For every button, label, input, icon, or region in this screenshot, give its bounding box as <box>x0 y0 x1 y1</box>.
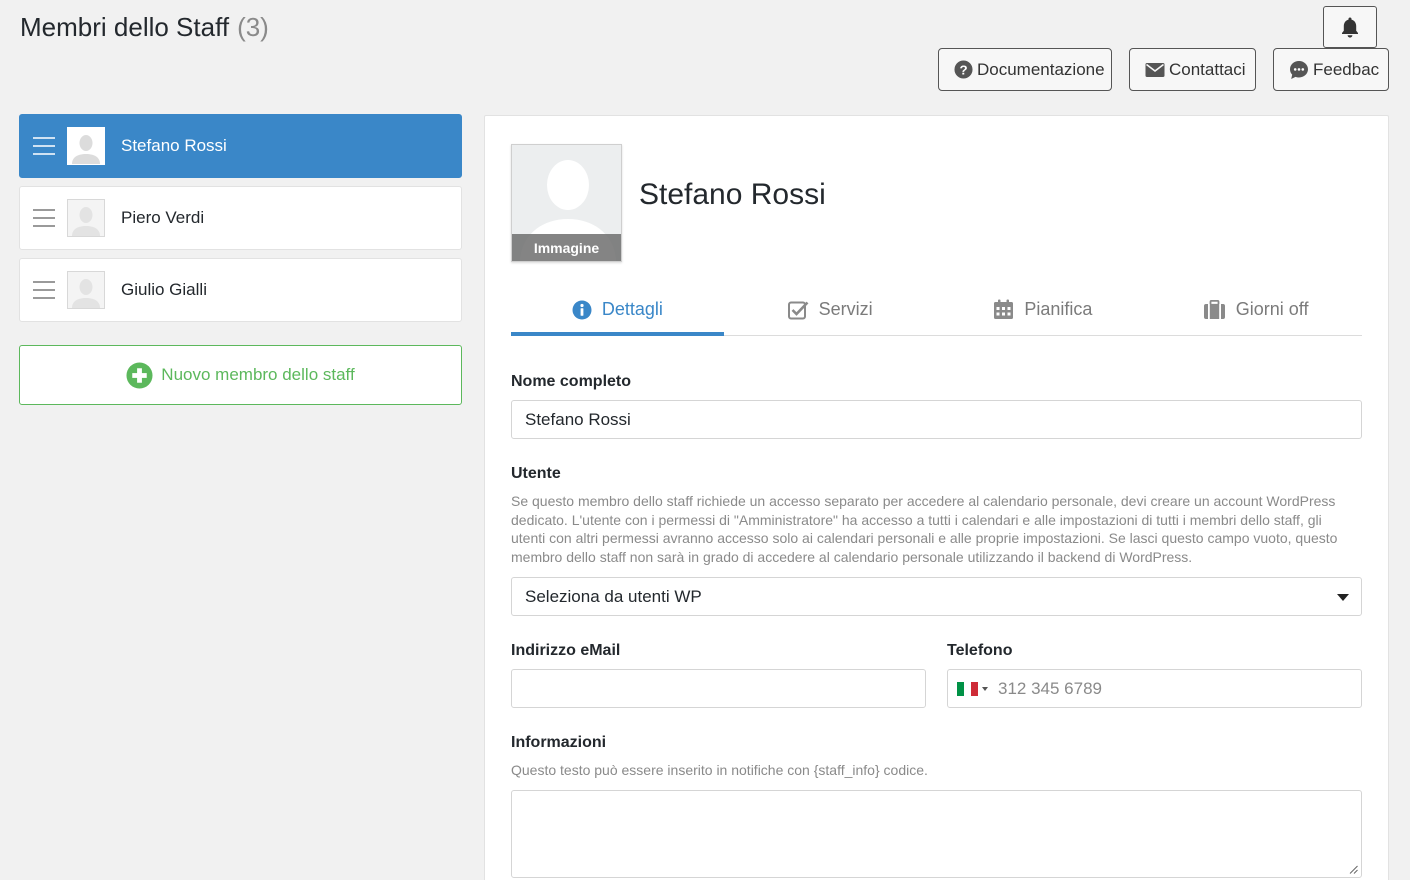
staff-item-stefano-rossi[interactable]: Stefano Rossi <box>19 114 462 178</box>
feedback-label: Feedbac <box>1313 59 1380 79</box>
tab-pianifica[interactable]: Pianifica <box>937 284 1150 335</box>
tab-giorni-off[interactable]: Giorni off <box>1149 284 1362 335</box>
user-help-text: Se questo membro dello staff richiede un… <box>511 493 1338 565</box>
phone-placeholder: 312 345 6789 <box>998 678 1102 698</box>
phone-label: Telefono <box>947 642 1013 659</box>
staff-item-name: Piero Verdi <box>121 208 205 227</box>
resize-grip-icon[interactable] <box>1349 865 1358 874</box>
bell-icon <box>1342 17 1358 38</box>
full-name-value: Stefano Rossi <box>525 409 631 429</box>
tab-label: Giorni off <box>1235 299 1309 319</box>
caret-down-icon <box>1337 594 1349 601</box>
page-title-text: Membri dello Staff <box>20 12 230 42</box>
checkbox-icon <box>787 301 809 319</box>
wp-user-select-value: Seleziona da utenti WP <box>525 586 702 606</box>
tab-label: Pianifica <box>1024 299 1093 319</box>
profile-name: Stefano Rossi <box>639 178 826 211</box>
info-textarea[interactable] <box>511 790 1362 878</box>
question-circle-icon: ? <box>954 60 973 79</box>
avatar <box>67 271 105 309</box>
staff-item-name: Stefano Rossi <box>121 136 227 155</box>
new-staff-label: Nuovo membro dello staff <box>161 365 355 384</box>
notifications-button[interactable] <box>1323 6 1377 48</box>
documentation-label: Documentazione <box>977 59 1105 79</box>
new-staff-button[interactable]: Nuovo membro dello staff <box>19 345 462 405</box>
info-icon <box>572 300 592 319</box>
svg-text:?: ? <box>959 62 967 77</box>
page: Membri dello Staff (3) ? Documentazione C… <box>0 0 1410 880</box>
drag-handle-icon[interactable] <box>33 281 55 299</box>
plus-circle-icon <box>126 361 153 389</box>
email-label: Indirizzo eMail <box>511 642 621 659</box>
staff-details-card: Immagine Stefano Rossi Dettagli Servizi <box>484 115 1389 880</box>
tab-servizi[interactable]: Servizi <box>724 284 937 335</box>
caret-down-icon <box>982 686 988 691</box>
chat-bubble-icon <box>1290 60 1308 79</box>
user-silhouette-icon <box>72 135 100 164</box>
contact-button[interactable]: Contattaci <box>1129 48 1256 91</box>
suitcase-icon <box>1203 299 1225 319</box>
staff-item-name: Giulio Gialli <box>121 280 207 299</box>
staff-list: Stefano Rossi Piero Verdi Giulio Gialli <box>19 114 462 330</box>
full-name-input[interactable]: Stefano Rossi <box>511 400 1362 439</box>
staff-item-piero-verdi[interactable]: Piero Verdi <box>19 186 462 250</box>
avatar <box>67 127 105 165</box>
info-help-text: Questo testo può essere inserito in noti… <box>511 762 928 778</box>
tab-bar: Dettagli Servizi Pianifica Giorni off <box>511 284 1362 336</box>
tab-dettagli[interactable]: Dettagli <box>511 284 724 336</box>
tab-label: Dettagli <box>601 299 663 319</box>
staff-count: (3) <box>237 12 269 42</box>
email-field[interactable] <box>511 669 926 708</box>
staff-item-giulio-gialli[interactable]: Giulio Gialli <box>19 258 462 322</box>
tab-label: Servizi <box>818 299 873 319</box>
phone-field[interactable]: 312 345 6789 <box>947 669 1362 708</box>
drag-handle-icon[interactable] <box>33 137 55 155</box>
user-silhouette-icon <box>72 207 100 236</box>
italy-flag-icon[interactable] <box>957 681 978 696</box>
documentation-button[interactable]: ? Documentazione <box>938 48 1112 91</box>
user-silhouette-icon <box>72 279 100 308</box>
drag-handle-icon[interactable] <box>33 209 55 227</box>
wp-user-select[interactable]: Seleziona da utenti WP <box>511 577 1362 616</box>
feedback-button[interactable]: Feedbac <box>1273 48 1389 91</box>
contact-label: Contattaci <box>1169 59 1246 79</box>
image-label: Immagine <box>512 234 621 261</box>
profile-image-upload[interactable]: Immagine <box>511 144 622 262</box>
calendar-icon <box>994 299 1014 319</box>
envelope-icon <box>1145 62 1165 77</box>
full-name-label: Nome completo <box>511 373 632 390</box>
info-label: Informazioni <box>511 734 607 751</box>
user-label: Utente <box>511 465 561 482</box>
page-title: Membri dello Staff (3) <box>20 12 269 43</box>
avatar <box>67 199 105 237</box>
